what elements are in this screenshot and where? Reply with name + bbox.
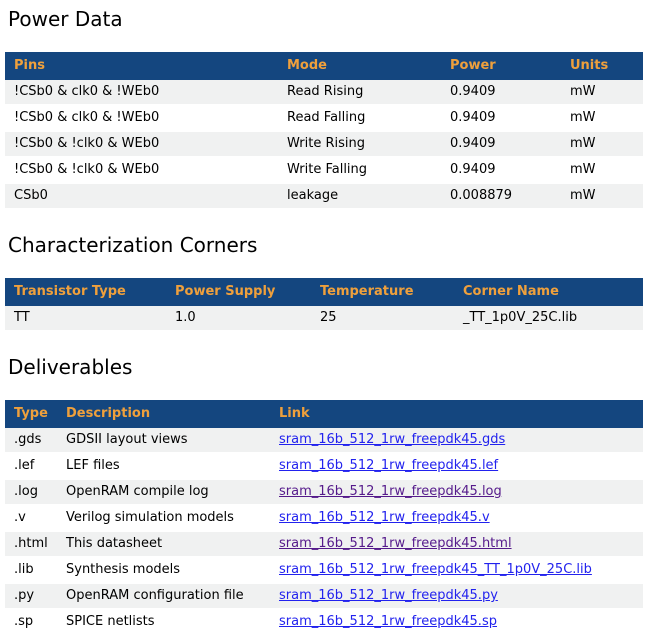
table-row: .spSPICE netlists sram_16b_512_1rw_freepd… (5, 609, 643, 635)
pins-cell: !CSb0 & !clk0 & WEb0 (5, 157, 278, 183)
column-header-power: Power (441, 52, 561, 80)
description-cell: OpenRAM compile log (57, 479, 270, 505)
section-characterization-corners: Characterization Corners Transistor Type… (5, 234, 655, 332)
link-cell: sram_16b_512_1rw_freepdk45.lef (270, 453, 643, 479)
pins-cell: !CSb0 & clk0 & !WEb0 (5, 80, 278, 105)
column-header-link: Link (270, 400, 643, 428)
table-header-row: Transistor TypePower SupplyTemperatureCo… (5, 278, 643, 306)
deliverable-link[interactable]: sram_16b_512_1rw_freepdk45_TT_1p0V_25C.l… (279, 562, 592, 577)
column-header-type: Type (5, 400, 57, 428)
description-cell: Verilog simulation models (57, 505, 270, 531)
description-cell: Synthesis models (57, 557, 270, 583)
table-row: TT1.025_TT_1p0V_25C.lib (5, 306, 643, 331)
column-header-transistor-type: Transistor Type (5, 278, 166, 306)
table-row: .gdsGDSII layout views sram_16b_512_1rw_f… (5, 428, 643, 453)
units-cell: mW (561, 183, 643, 209)
pins-cell: !CSb0 & clk0 & !WEb0 (5, 105, 278, 131)
table-row: .htmlThis datasheet sram_16b_512_1rw_free… (5, 531, 643, 557)
mode-cell: Read Falling (278, 105, 441, 131)
units-cell: mW (561, 157, 643, 183)
deliverable-link[interactable]: sram_16b_512_1rw_freepdk45.py (279, 588, 498, 603)
type-cell: .log (5, 479, 57, 505)
column-header-power-supply: Power Supply (166, 278, 311, 306)
table-header-row: TypeDescriptionLink (5, 400, 643, 428)
description-cell: OpenRAM configuration file (57, 583, 270, 609)
table-row: .vVerilog simulation models sram_16b_512_… (5, 505, 643, 531)
characterization-corners-table: Transistor TypePower SupplyTemperatureCo… (5, 278, 643, 332)
table-row: .libSynthesis models sram_16b_512_1rw_fre… (5, 557, 643, 583)
column-header-units: Units (561, 52, 643, 80)
table-header-row: PinsModePowerUnits (5, 52, 643, 80)
description-cell: SPICE netlists (57, 609, 270, 635)
deliverables-table: TypeDescriptionLink.gdsGDSII layout view… (5, 400, 643, 636)
deliverable-link[interactable]: sram_16b_512_1rw_freepdk45.html (279, 536, 512, 551)
power-cell: 0.9409 (441, 157, 561, 183)
characterization-corners-heading: Characterization Corners (8, 234, 655, 257)
deliverable-link[interactable]: sram_16b_512_1rw_freepdk45.lef (279, 458, 498, 473)
link-cell: sram_16b_512_1rw_freepdk45_TT_1p0V_25C.l… (270, 557, 643, 583)
link-cell: sram_16b_512_1rw_freepdk45.sp (270, 609, 643, 635)
power-cell: 0.9409 (441, 80, 561, 105)
section-power-data: Power Data PinsModePowerUnits!CSb0 & clk… (5, 8, 655, 210)
link-cell: sram_16b_512_1rw_freepdk45.py (270, 583, 643, 609)
column-header-mode: Mode (278, 52, 441, 80)
table-row: !CSb0 & clk0 & !WEb0Read Rising0.9409mW (5, 80, 643, 105)
deliverables-heading: Deliverables (8, 356, 655, 379)
type-cell: .lib (5, 557, 57, 583)
pins-cell: !CSb0 & !clk0 & WEb0 (5, 131, 278, 157)
datasheet-page: Power Data PinsModePowerUnits!CSb0 & clk… (0, 0, 660, 636)
type-cell: .py (5, 583, 57, 609)
description-cell: GDSII layout views (57, 428, 270, 453)
mode-cell: Read Rising (278, 80, 441, 105)
table-row: CSb0leakage0.008879mW (5, 183, 643, 209)
table-row: .logOpenRAM compile log sram_16b_512_1rw_… (5, 479, 643, 505)
deliverable-link[interactable]: sram_16b_512_1rw_freepdk45.v (279, 510, 490, 525)
units-cell: mW (561, 105, 643, 131)
mode-cell: leakage (278, 183, 441, 209)
column-header-description: Description (57, 400, 270, 428)
deliverable-link[interactable]: sram_16b_512_1rw_freepdk45.gds (279, 432, 505, 447)
section-deliverables: Deliverables TypeDescriptionLink.gdsGDSI… (5, 356, 655, 636)
transistor-type-cell: TT (5, 306, 166, 331)
link-cell: sram_16b_512_1rw_freepdk45.gds (270, 428, 643, 453)
mode-cell: Write Rising (278, 131, 441, 157)
table-row: !CSb0 & !clk0 & WEb0Write Rising0.9409mW (5, 131, 643, 157)
description-cell: LEF files (57, 453, 270, 479)
type-cell: .lef (5, 453, 57, 479)
power-cell: 0.9409 (441, 131, 561, 157)
link-cell: sram_16b_512_1rw_freepdk45.v (270, 505, 643, 531)
table-row: !CSb0 & clk0 & !WEb0Read Falling0.9409mW (5, 105, 643, 131)
power-supply-cell: 1.0 (166, 306, 311, 331)
power-data-table: PinsModePowerUnits!CSb0 & clk0 & !WEb0Re… (5, 52, 643, 210)
table-row: .lefLEF files sram_16b_512_1rw_freepdk45.… (5, 453, 643, 479)
pins-cell: CSb0 (5, 183, 278, 209)
type-cell: .sp (5, 609, 57, 635)
type-cell: .gds (5, 428, 57, 453)
deliverable-link[interactable]: sram_16b_512_1rw_freepdk45.log (279, 484, 502, 499)
power-cell: 0.9409 (441, 105, 561, 131)
corner-name-cell: _TT_1p0V_25C.lib (454, 306, 643, 331)
description-cell: This datasheet (57, 531, 270, 557)
type-cell: .html (5, 531, 57, 557)
units-cell: mW (561, 131, 643, 157)
mode-cell: Write Falling (278, 157, 441, 183)
power-cell: 0.008879 (441, 183, 561, 209)
temperature-cell: 25 (311, 306, 454, 331)
column-header-temperature: Temperature (311, 278, 454, 306)
power-data-heading: Power Data (8, 8, 655, 31)
link-cell: sram_16b_512_1rw_freepdk45.html (270, 531, 643, 557)
link-cell: sram_16b_512_1rw_freepdk45.log (270, 479, 643, 505)
table-row: .pyOpenRAM configuration file sram_16b_51… (5, 583, 643, 609)
column-header-pins: Pins (5, 52, 278, 80)
column-header-corner-name: Corner Name (454, 278, 643, 306)
deliverable-link[interactable]: sram_16b_512_1rw_freepdk45.sp (279, 614, 497, 629)
type-cell: .v (5, 505, 57, 531)
units-cell: mW (561, 80, 643, 105)
table-row: !CSb0 & !clk0 & WEb0Write Falling0.9409m… (5, 157, 643, 183)
